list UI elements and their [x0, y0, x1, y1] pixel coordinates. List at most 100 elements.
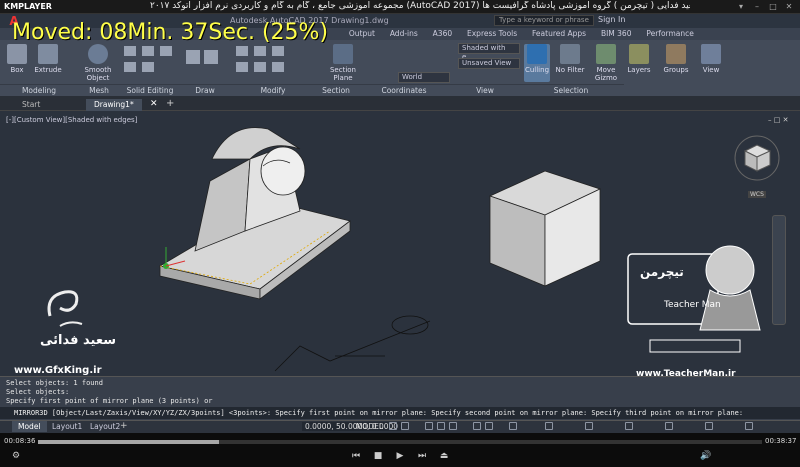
player-logo: KMPLAYER: [4, 2, 52, 11]
close-icon[interactable]: ✕: [784, 2, 794, 12]
player-caption: مجموعه آموزشی جامع ، گام به گام و کاربرد…: [150, 1, 690, 11]
add-layout-icon[interactable]: +: [120, 421, 128, 431]
command-input[interactable]: MIRROR3D [Object/Last/Zaxis/View/XY/YZ/Z…: [0, 407, 800, 419]
command-history-line: Select objects: 1 found: [6, 379, 103, 387]
clean-screen-icon[interactable]: [705, 422, 713, 430]
tab-express-tools[interactable]: Express Tools: [461, 28, 523, 40]
annotation-scale-icon[interactable]: [545, 422, 553, 430]
isolate-icon[interactable]: [625, 422, 633, 430]
culling-label: Culling: [524, 66, 550, 74]
previous-icon[interactable]: ⏮: [350, 451, 362, 461]
layers-button[interactable]: Layers: [626, 44, 652, 82]
move-gizmo-button[interactable]: Move Gizmo: [592, 44, 620, 82]
panel-modeling[interactable]: Modeling: [0, 84, 78, 96]
otrack-icon[interactable]: [473, 422, 481, 430]
file-tab-drawing1[interactable]: Drawing1*: [86, 99, 142, 111]
panel-draw[interactable]: Draw: [180, 84, 230, 96]
hardware-acceleration-icon[interactable]: [665, 422, 673, 430]
status-bar-toggles[interactable]: [385, 422, 775, 432]
gfxking-watermark: www.GfxKing.ir: [14, 365, 102, 376]
search-input[interactable]: Type a keyword or phrase: [494, 15, 594, 26]
seek-overlay: Moved: 08Min. 37Sec. (25%): [12, 20, 329, 45]
move-gizmo-label: Move Gizmo: [594, 66, 618, 82]
customization-icon[interactable]: [745, 422, 753, 430]
box-label: Box: [10, 66, 24, 74]
bracket-cylinder-end: [260, 146, 306, 196]
arc-icon: [204, 50, 218, 64]
stop-icon[interactable]: ■: [372, 451, 384, 461]
viewcube-icon: [734, 135, 780, 181]
no-filter-label: No Filter: [555, 66, 585, 74]
signin-link[interactable]: Sign In: [598, 15, 625, 24]
transparency-icon[interactable]: [509, 422, 517, 430]
osnap-icon[interactable]: [449, 422, 457, 430]
groups-label: Groups: [663, 66, 689, 74]
mirror-icon: [272, 46, 284, 56]
groups-button[interactable]: Groups: [662, 44, 690, 82]
layers-label: Layers: [627, 66, 651, 74]
workspace-icon[interactable]: [585, 422, 593, 430]
next-icon[interactable]: ⏭: [416, 451, 428, 461]
chamfer-edge-icon: [142, 62, 154, 72]
model-space-button[interactable]: MODEL: [356, 422, 383, 431]
teacherman-name: Teacher Man: [664, 300, 721, 310]
section-plane-label: Section Plane: [329, 66, 356, 82]
tab-featured-apps[interactable]: Featured Apps: [526, 28, 592, 40]
smooth-object-label: Smooth Object: [84, 66, 112, 82]
tab-a360[interactable]: A360: [427, 28, 458, 40]
polar-icon[interactable]: [437, 422, 445, 430]
lineweight-icon[interactable]: [485, 422, 493, 430]
ortho-icon[interactable]: [425, 422, 433, 430]
panel-coordinates[interactable]: Coordinates: [356, 84, 452, 96]
tab-addins[interactable]: Add-ins: [384, 28, 424, 40]
minimize-icon[interactable]: –: [752, 2, 762, 12]
rotate-icon: [254, 46, 266, 56]
close-tab-icon[interactable]: ✕: [150, 99, 158, 109]
section-plane-button[interactable]: Section Plane: [326, 44, 360, 82]
maximize-icon[interactable]: □: [768, 2, 778, 12]
union-icon: [124, 46, 136, 56]
file-tab-start[interactable]: Start: [14, 99, 48, 111]
extrude-label: Extrude: [34, 66, 62, 74]
panel-selection[interactable]: Selection: [518, 84, 624, 96]
volume-icon[interactable]: 🔊: [700, 451, 712, 461]
panel-view[interactable]: View: [452, 84, 518, 96]
snap-icon[interactable]: [401, 422, 409, 430]
seek-progress: [38, 440, 219, 444]
panel-modify[interactable]: Modify: [230, 84, 316, 96]
view-button[interactable]: View: [698, 44, 724, 82]
teacherman-logo-text: تیچرمن: [640, 265, 684, 279]
no-filter-button[interactable]: No Filter: [553, 44, 587, 82]
play-icon[interactable]: ▶: [394, 451, 406, 461]
tab-output[interactable]: Output: [343, 28, 381, 40]
panel-solid-editing[interactable]: Solid Editing: [120, 84, 180, 96]
navigation-bar[interactable]: [772, 215, 786, 325]
subtract-icon: [142, 46, 154, 56]
tab-layout1[interactable]: Layout1: [46, 421, 88, 432]
panel-mesh[interactable]: Mesh: [78, 84, 120, 96]
smooth-object-button[interactable]: Smooth Object: [82, 44, 114, 82]
tab-performance[interactable]: Performance: [640, 28, 700, 40]
ribbon-small-tools[interactable]: [120, 44, 320, 82]
panel-section[interactable]: Section: [316, 84, 356, 96]
view-label: View: [702, 66, 720, 74]
move-icon: [236, 46, 248, 56]
elapsed-time: 00:08:36: [4, 437, 36, 445]
eject-icon[interactable]: ⏏: [438, 451, 450, 461]
culling-button[interactable]: Culling: [524, 44, 550, 82]
tab-bim360[interactable]: BIM 360: [595, 28, 638, 40]
box-button[interactable]: Box: [4, 44, 30, 82]
settings-icon[interactable]: ⚙: [10, 451, 22, 461]
intersect-icon: [160, 46, 172, 56]
copy-icon: [236, 62, 248, 72]
tab-model[interactable]: Model: [12, 421, 47, 432]
author-logo-icon: [47, 290, 83, 327]
visual-style-value: Shaded with e...: [458, 43, 520, 61]
wcs-menu[interactable]: WCS: [748, 191, 766, 198]
author-watermark: سعید فدائی: [40, 333, 116, 348]
player-options-icon[interactable]: ▾: [736, 2, 746, 12]
new-tab-icon[interactable]: +: [166, 98, 174, 109]
align-icon: [272, 62, 284, 72]
extrude-button[interactable]: Extrude: [32, 44, 64, 82]
grid-icon[interactable]: [389, 422, 397, 430]
